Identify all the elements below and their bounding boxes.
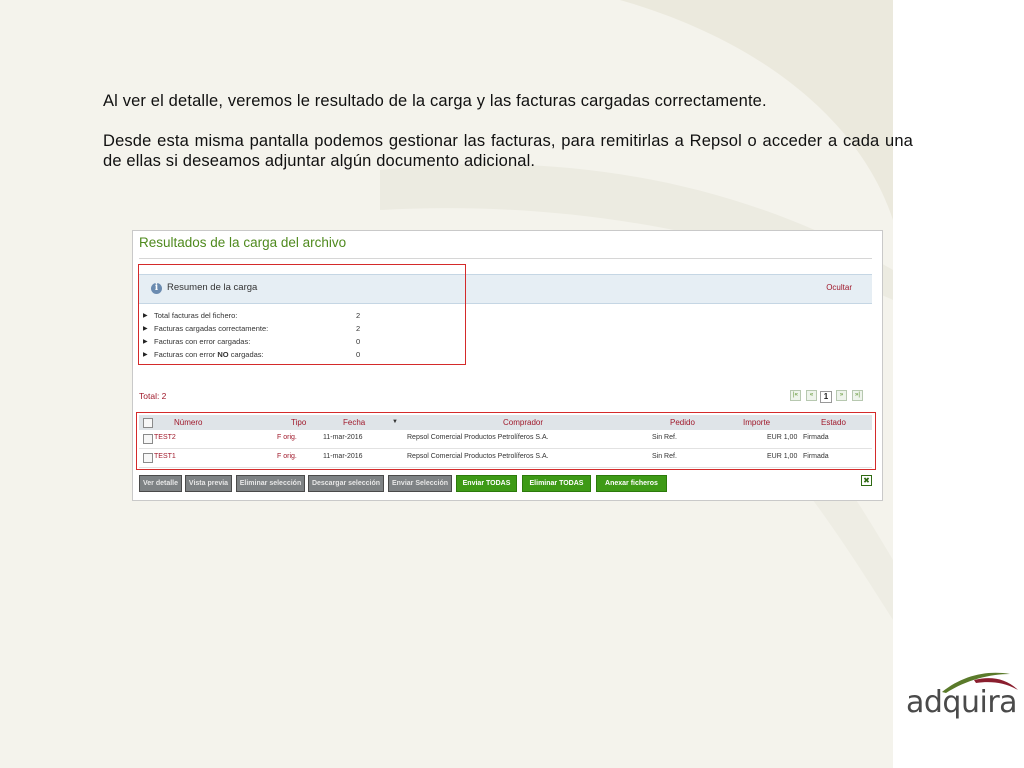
total-count: Total: 2 <box>139 391 167 401</box>
summary-highlight-box <box>138 264 466 365</box>
slide-paragraph-1: Al ver el detalle, veremos le resultado … <box>103 92 767 110</box>
delete-selection-button[interactable]: Eliminar selección <box>236 475 305 492</box>
next-page-button[interactable]: » <box>836 390 847 401</box>
attach-files-button[interactable]: Anexar ficheros <box>596 475 667 492</box>
panel-title: Resultados de la carga del archivo <box>139 235 347 250</box>
logo-wordmark: adquira <box>906 685 1018 720</box>
pagination: |« « 1 » »| <box>790 390 868 403</box>
preview-button[interactable]: Vista previa <box>185 475 232 492</box>
download-selection-button[interactable]: Descargar selección <box>308 475 384 492</box>
view-detail-button[interactable]: Ver detalle <box>139 475 182 492</box>
last-page-button[interactable]: »| <box>852 390 863 401</box>
title-divider <box>139 258 872 259</box>
upload-results-panel: Resultados de la carga del archivo i Res… <box>132 230 883 501</box>
first-page-button[interactable]: |« <box>790 390 801 401</box>
table-highlight-box <box>136 412 876 470</box>
prev-page-button[interactable]: « <box>806 390 817 401</box>
excel-export-icon[interactable]: ✖ <box>861 475 872 486</box>
slide-paragraph-2: Desde esta misma pantalla podemos gestio… <box>103 132 913 170</box>
current-page[interactable]: 1 <box>820 391 832 403</box>
send-selection-button[interactable]: Enviar Selección <box>388 475 452 492</box>
adquira-logo: adquira <box>904 668 1020 723</box>
delete-all-button[interactable]: Eliminar TODAS <box>522 475 591 492</box>
slide-text: Al ver el detalle, veremos le resultado … <box>103 91 913 171</box>
hide-summary-link[interactable]: Ocultar <box>826 283 852 292</box>
send-all-button[interactable]: Enviar TODAS <box>456 475 517 492</box>
